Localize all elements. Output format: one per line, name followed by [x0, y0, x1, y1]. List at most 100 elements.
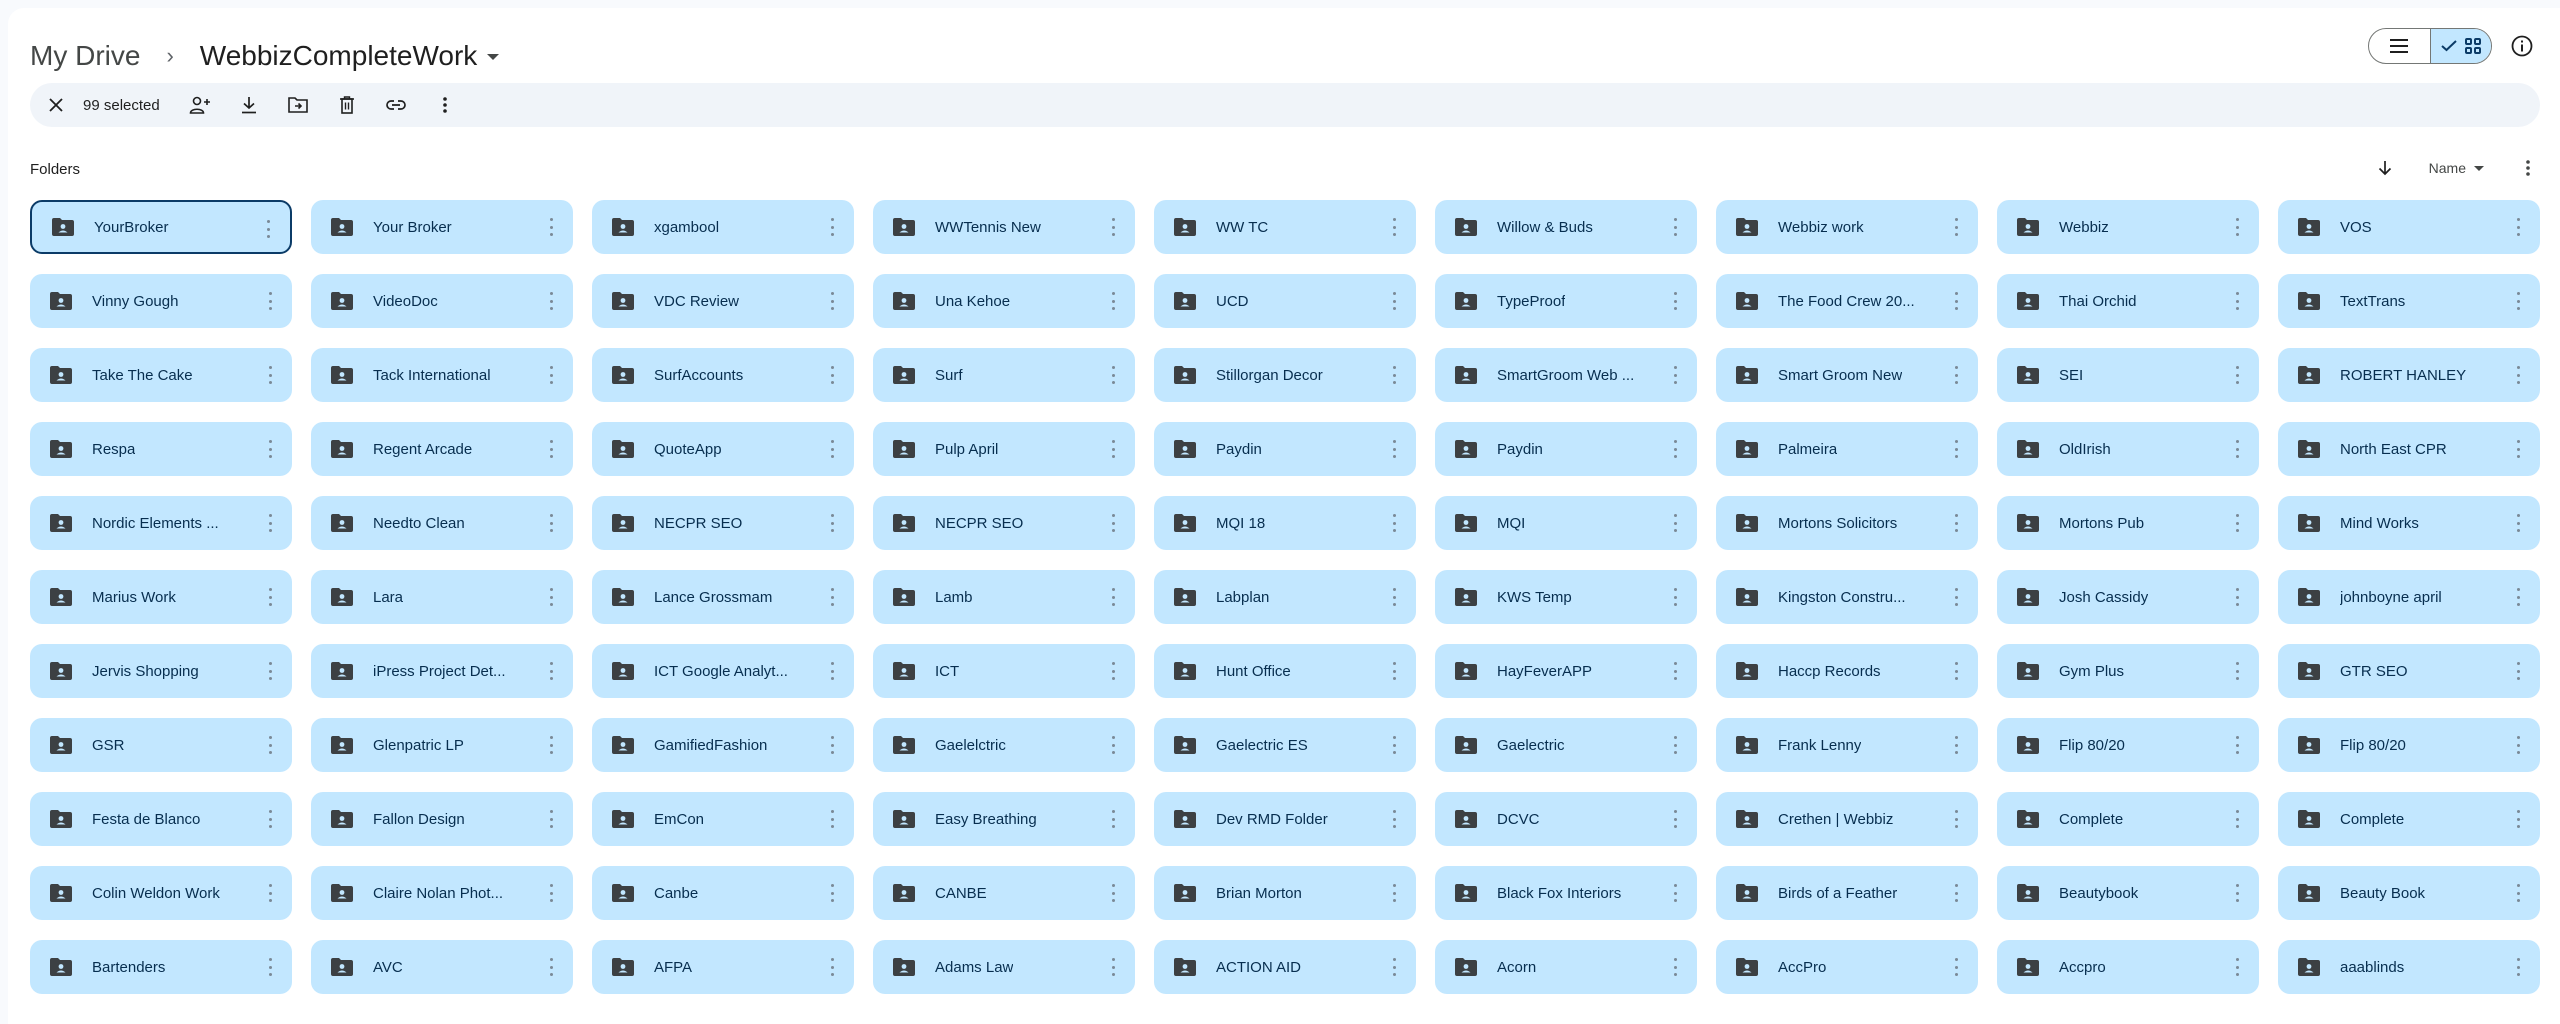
- more-vert-icon[interactable]: [266, 363, 274, 387]
- more-vert-icon[interactable]: [266, 511, 274, 535]
- more-vert-icon[interactable]: [1671, 955, 1679, 979]
- more-vert-icon[interactable]: [2514, 289, 2522, 313]
- folder-tile[interactable]: HayFeverAPP: [1435, 644, 1697, 698]
- more-vert-icon[interactable]: [828, 289, 836, 313]
- folder-tile[interactable]: Complete: [2278, 792, 2540, 846]
- folder-tile[interactable]: OldIrish: [1997, 422, 2259, 476]
- more-vert-icon[interactable]: [1390, 659, 1398, 683]
- more-vert-icon[interactable]: [1952, 881, 1960, 905]
- more-vert-icon[interactable]: [1952, 955, 1960, 979]
- more-vert-icon[interactable]: [1671, 215, 1679, 239]
- folder-tile[interactable]: Lamb: [873, 570, 1135, 624]
- more-vert-icon[interactable]: [1109, 585, 1117, 609]
- folder-tile[interactable]: Brian Morton: [1154, 866, 1416, 920]
- folder-tile[interactable]: Claire Nolan Phot...: [311, 866, 573, 920]
- folder-tile[interactable]: Festa de Blanco: [30, 792, 292, 846]
- folder-tile[interactable]: Birds of a Feather: [1716, 866, 1978, 920]
- folder-tile[interactable]: Mortons Pub: [1997, 496, 2259, 550]
- folder-tile[interactable]: Una Kehoe: [873, 274, 1135, 328]
- folder-tile[interactable]: Haccp Records: [1716, 644, 1978, 698]
- more-vert-icon[interactable]: [828, 585, 836, 609]
- folder-tile[interactable]: VideoDoc: [311, 274, 573, 328]
- sort-direction-button[interactable]: [2375, 158, 2395, 178]
- folder-tile[interactable]: Beautybook: [1997, 866, 2259, 920]
- sort-by-name-button[interactable]: Name: [2429, 160, 2484, 176]
- more-vert-icon[interactable]: [547, 215, 555, 239]
- more-vert-icon[interactable]: [2514, 437, 2522, 461]
- more-vert-icon[interactable]: [1671, 807, 1679, 831]
- download-button[interactable]: [237, 93, 261, 117]
- delete-button[interactable]: [335, 93, 359, 117]
- folder-tile[interactable]: The Food Crew 20...: [1716, 274, 1978, 328]
- more-vert-icon[interactable]: [1671, 733, 1679, 757]
- more-vert-icon[interactable]: [2514, 659, 2522, 683]
- folder-tile[interactable]: TextTrans: [2278, 274, 2540, 328]
- more-vert-icon[interactable]: [266, 437, 274, 461]
- more-vert-icon[interactable]: [547, 511, 555, 535]
- folder-tile[interactable]: Thai Orchid: [1997, 274, 2259, 328]
- more-vert-icon[interactable]: [1109, 881, 1117, 905]
- more-vert-icon[interactable]: [2233, 289, 2241, 313]
- folder-tile[interactable]: Dev RMD Folder: [1154, 792, 1416, 846]
- folder-tile[interactable]: Tack International: [311, 348, 573, 402]
- info-button[interactable]: [2510, 34, 2534, 58]
- more-vert-icon[interactable]: [547, 585, 555, 609]
- more-vert-icon[interactable]: [1109, 807, 1117, 831]
- more-vert-icon[interactable]: [1390, 437, 1398, 461]
- more-vert-icon[interactable]: [2233, 511, 2241, 535]
- folder-tile[interactable]: Black Fox Interiors: [1435, 866, 1697, 920]
- folder-tile[interactable]: SEI: [1997, 348, 2259, 402]
- folder-tile[interactable]: xgambool: [592, 200, 854, 254]
- folder-tile[interactable]: SurfAccounts: [592, 348, 854, 402]
- more-vert-icon[interactable]: [2514, 881, 2522, 905]
- more-vert-icon[interactable]: [2514, 363, 2522, 387]
- more-vert-icon[interactable]: [1671, 363, 1679, 387]
- more-vert-icon[interactable]: [828, 733, 836, 757]
- more-vert-icon[interactable]: [2514, 215, 2522, 239]
- folder-tile[interactable]: DCVC: [1435, 792, 1697, 846]
- folder-tile[interactable]: GTR SEO: [2278, 644, 2540, 698]
- folder-tile[interactable]: Paydin: [1154, 422, 1416, 476]
- more-vert-icon[interactable]: [2233, 585, 2241, 609]
- more-actions-button[interactable]: [433, 93, 457, 117]
- more-vert-icon[interactable]: [2233, 807, 2241, 831]
- folder-tile[interactable]: johnboyne april: [2278, 570, 2540, 624]
- share-button[interactable]: [188, 93, 212, 117]
- folder-tile[interactable]: Stillorgan Decor: [1154, 348, 1416, 402]
- more-vert-icon[interactable]: [1390, 363, 1398, 387]
- folder-tile[interactable]: Canbe: [592, 866, 854, 920]
- folder-tile[interactable]: Regent Arcade: [311, 422, 573, 476]
- folder-tile[interactable]: KWS Temp: [1435, 570, 1697, 624]
- more-vert-icon[interactable]: [2233, 955, 2241, 979]
- folder-tile[interactable]: Mind Works: [2278, 496, 2540, 550]
- folder-tile[interactable]: NECPR SEO: [873, 496, 1135, 550]
- more-vert-icon[interactable]: [2514, 585, 2522, 609]
- more-vert-icon[interactable]: [828, 215, 836, 239]
- folder-tile[interactable]: AFPA: [592, 940, 854, 994]
- more-vert-icon[interactable]: [1671, 437, 1679, 461]
- folder-tile[interactable]: GSR: [30, 718, 292, 772]
- clear-selection-button[interactable]: [44, 93, 68, 117]
- more-vert-icon[interactable]: [2233, 881, 2241, 905]
- folder-tile[interactable]: Willow & Buds: [1435, 200, 1697, 254]
- more-vert-icon[interactable]: [2514, 511, 2522, 535]
- more-vert-icon[interactable]: [2233, 363, 2241, 387]
- folder-tile[interactable]: Labplan: [1154, 570, 1416, 624]
- folder-tile[interactable]: TypeProof: [1435, 274, 1697, 328]
- more-vert-icon[interactable]: [547, 437, 555, 461]
- folder-tile[interactable]: UCD: [1154, 274, 1416, 328]
- folder-tile[interactable]: Fallon Design: [311, 792, 573, 846]
- folder-tile[interactable]: Complete: [1997, 792, 2259, 846]
- more-vert-icon[interactable]: [266, 289, 274, 313]
- move-to-folder-button[interactable]: [286, 93, 310, 117]
- more-vert-icon[interactable]: [2233, 215, 2241, 239]
- more-vert-icon[interactable]: [266, 585, 274, 609]
- more-vert-icon[interactable]: [547, 289, 555, 313]
- folder-tile[interactable]: NECPR SEO: [592, 496, 854, 550]
- more-vert-icon[interactable]: [1952, 659, 1960, 683]
- breadcrumb-my-drive[interactable]: My Drive: [30, 40, 140, 72]
- folder-tile[interactable]: Vinny Gough: [30, 274, 292, 328]
- folder-tile[interactable]: Take The Cake: [30, 348, 292, 402]
- more-vert-icon[interactable]: [2514, 733, 2522, 757]
- more-vert-icon[interactable]: [266, 733, 274, 757]
